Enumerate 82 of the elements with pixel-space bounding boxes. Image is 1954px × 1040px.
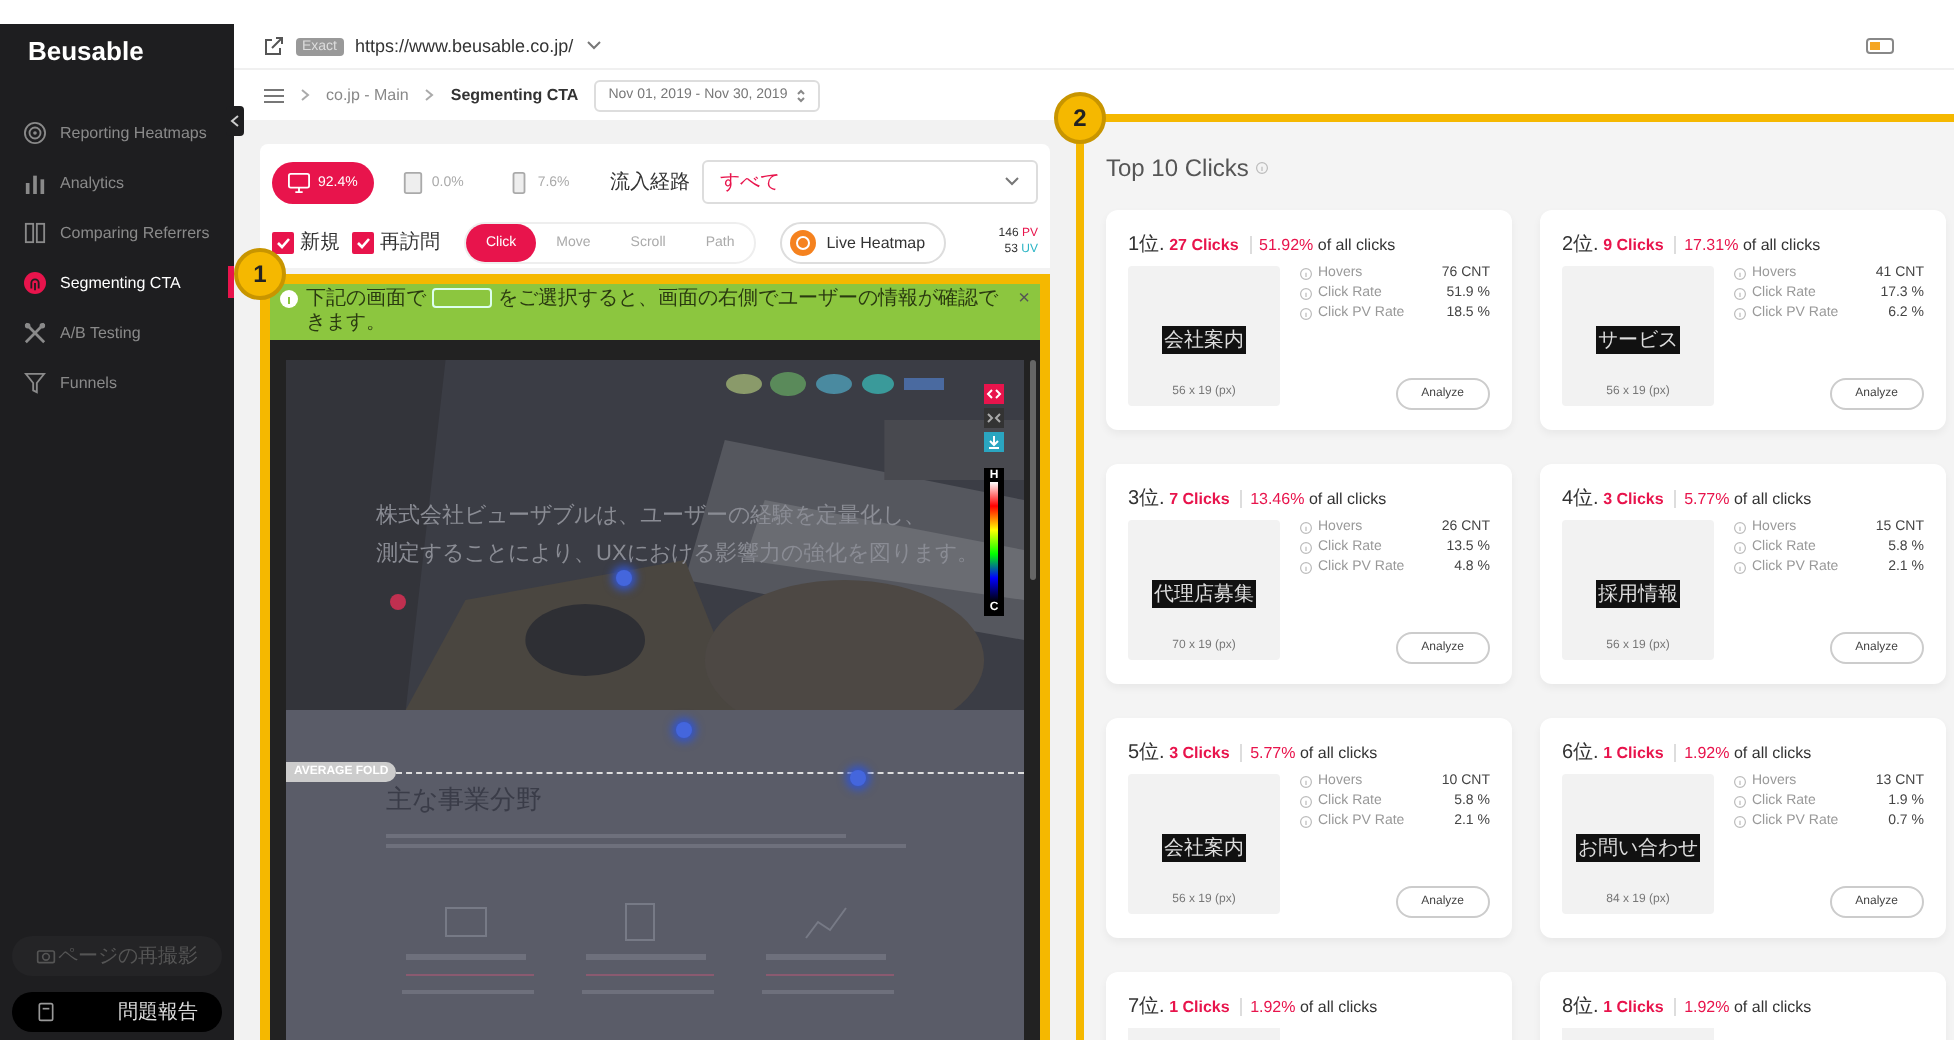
sort-arrows-icon xyxy=(795,87,806,103)
card-title: 3位. 7 Clicks 13.46% of all clicks xyxy=(1128,486,1389,512)
nav-item[interactable]: Comparing Referrers xyxy=(0,216,234,248)
expand-icon[interactable] xyxy=(984,384,1004,404)
live-icon xyxy=(790,229,817,255)
card-title: 7位. 1 Clicks 1.92% of all clicks xyxy=(1128,994,1380,1020)
document-icon xyxy=(36,1002,56,1022)
monitor-icon xyxy=(288,171,310,193)
checkmark-icon xyxy=(274,233,292,251)
info-icon xyxy=(1734,521,1746,533)
banner-message: 下記の画面で をご選択すると、画面の右側でユーザーの情報が確認できます。 xyxy=(306,288,1000,336)
heat-spot xyxy=(850,770,866,786)
element-label: 採用情報 xyxy=(1596,580,1680,608)
info-icon xyxy=(1734,795,1746,807)
checkmark-icon xyxy=(354,233,372,251)
report-button[interactable]: 問題報告 xyxy=(12,992,222,1032)
info-icon xyxy=(1734,561,1746,573)
info-icon xyxy=(1300,267,1312,279)
info-icon xyxy=(1256,162,1269,174)
info-icon xyxy=(1300,521,1312,533)
info-icon xyxy=(1300,815,1312,827)
breadcrumb-item[interactable]: co.jp - Main xyxy=(326,86,409,104)
info-icon xyxy=(1300,795,1312,807)
chevron-right-icon xyxy=(424,88,435,102)
download-icon[interactable] xyxy=(984,432,1004,452)
shrink-icon[interactable] xyxy=(984,408,1004,428)
info-icon xyxy=(1734,775,1746,787)
nav-item[interactable]: Analytics xyxy=(0,166,234,198)
element-label: サービス xyxy=(1596,326,1680,354)
card-title: 8位. 1 Clicks 1.92% of all clicks xyxy=(1562,994,1814,1020)
chevron-down-icon[interactable] xyxy=(585,40,602,52)
visitor-checkbox[interactable]: 再訪問 xyxy=(352,228,440,256)
info-icon xyxy=(1300,561,1312,573)
menu-icon[interactable] xyxy=(264,87,284,103)
card-title: 6位. 1 Clicks 1.92% of all clicks xyxy=(1562,740,1814,766)
phone-icon xyxy=(507,171,530,193)
card-title: 1位. 27 Clicks 51.92% of all clicks xyxy=(1128,232,1398,258)
camera-icon xyxy=(36,946,56,966)
info-icon xyxy=(1300,541,1312,553)
page-url: https://www.beusable.co.jp/ xyxy=(355,36,574,56)
info-icon xyxy=(1300,307,1312,319)
fingerprint-icon xyxy=(24,271,46,293)
info-icon xyxy=(1734,307,1746,319)
nav-item[interactable]: Funnels xyxy=(0,366,234,398)
info-icon xyxy=(1300,775,1312,787)
card-title: 5位. 3 Clicks 5.77% of all clicks xyxy=(1128,740,1380,766)
chevron-down-icon xyxy=(1004,176,1020,188)
card-title: 4位. 3 Clicks 5.77% of all clicks xyxy=(1562,486,1814,512)
funnel-icon xyxy=(24,371,46,393)
nav-item[interactable]: Reporting Heatmaps xyxy=(0,116,234,148)
nav-item[interactable]: Segmenting CTA xyxy=(0,266,234,298)
callout-marker: 2 xyxy=(1054,92,1106,144)
scrollbar[interactable] xyxy=(1030,360,1036,580)
info-icon xyxy=(280,290,298,308)
info-icon xyxy=(1300,287,1312,299)
element-label: 会社案内 xyxy=(1162,834,1246,862)
chevron-right-icon xyxy=(300,88,310,102)
callout-marker: 1 xyxy=(234,248,286,300)
panel-title: Top 10 Clicks xyxy=(1106,154,1249,182)
tablet-icon xyxy=(401,171,424,193)
columns-icon xyxy=(24,221,46,243)
element-label: お問い合わせ xyxy=(1576,834,1700,862)
app-logo: Beusable xyxy=(26,34,146,70)
external-link-icon[interactable] xyxy=(264,36,284,56)
nav-item[interactable]: A/B Testing xyxy=(0,316,234,348)
heat-spot xyxy=(676,722,692,738)
element-label: 代理店募集 xyxy=(1152,580,1256,608)
info-icon xyxy=(1734,287,1746,299)
target-icon xyxy=(24,121,46,143)
info-icon xyxy=(1734,815,1746,827)
bar-chart-icon xyxy=(24,171,46,193)
element-label: 会社案内 xyxy=(1162,326,1246,354)
close-button[interactable]: × xyxy=(1018,288,1030,312)
info-icon xyxy=(1734,541,1746,553)
toggle-icon[interactable] xyxy=(1866,38,1894,54)
info-icon xyxy=(1734,267,1746,279)
breadcrumb-item[interactable]: Segmenting CTA xyxy=(450,86,579,104)
crossed-tools-icon xyxy=(24,321,46,343)
live-heatmap-button[interactable]: Live Heatmap xyxy=(780,221,946,263)
card-title: 2位. 9 Clicks 17.31% of all clicks xyxy=(1562,232,1823,258)
referrer-label: 流入経路 xyxy=(609,169,690,196)
referrer-select[interactable]: すべて xyxy=(701,160,1038,204)
